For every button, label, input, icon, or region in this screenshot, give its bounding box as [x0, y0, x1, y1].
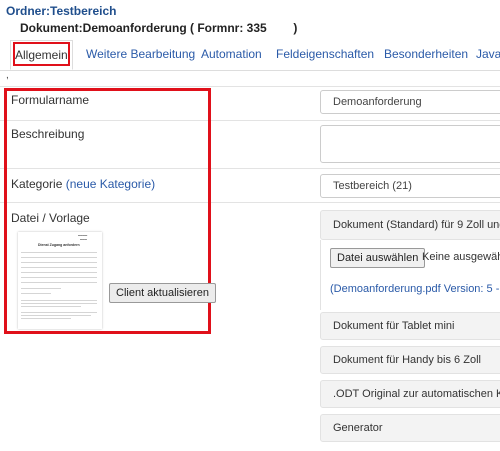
thumb-line: [21, 293, 51, 294]
client-update-button[interactable]: Client aktualisieren: [109, 283, 216, 303]
thumb-line: [21, 262, 97, 263]
tab-feldeigenschaften[interactable]: Feldeigenschaften: [276, 40, 374, 70]
thumb-line: [21, 288, 61, 289]
thumb-line: [21, 252, 97, 253]
pdf-version-link[interactable]: (Demoanforderung.pdf Version: 5 - 2: [330, 283, 500, 295]
tick-mark: ,: [6, 70, 9, 81]
thumb-line: [21, 318, 71, 319]
thumb-line: [21, 257, 97, 258]
thumb-line: [21, 277, 97, 278]
odt-original-panel[interactable]: .ODT Original zur automatischen Konverti…: [320, 380, 500, 408]
thumb-line: [21, 267, 97, 268]
thumbnail-title: Dienst Zugang anfordern: [38, 243, 80, 247]
standard-document-panel[interactable]: Dokument (Standard) für 9 Zoll und größe…: [320, 210, 500, 240]
thumb-line: [21, 312, 97, 313]
thumb-line: [21, 303, 97, 304]
choose-file-button[interactable]: Datei auswählen: [330, 248, 426, 268]
tab-automation[interactable]: Automation: [201, 40, 262, 70]
thumb-header: ▬▬▬▬: [78, 235, 88, 237]
highlight-box: [13, 42, 70, 66]
document-title: Dokument:Demoanforderung ( Formnr: 335 ): [20, 21, 298, 35]
tab-allgemein[interactable]: Allgemein: [10, 40, 73, 70]
generator-panel[interactable]: Generator: [320, 414, 500, 442]
handy-document-panel[interactable]: Dokument für Handy bis 6 Zoll: [320, 346, 500, 374]
formularname-input[interactable]: Demoanforderung: [320, 90, 500, 114]
thumb-header: ▬▬▬: [80, 239, 87, 241]
thumb-line: [21, 272, 97, 273]
tab-besonderheiten[interactable]: Besonderheiten: [384, 40, 468, 70]
document-thumbnail: ▬▬▬▬ ▬▬▬ Dienst Zugang anfordern: [18, 232, 102, 329]
tab-weitere-bearbeitung[interactable]: Weitere Bearbeitung: [86, 40, 195, 70]
thumb-line: [21, 300, 97, 301]
folder-title: Ordner:Testbereich: [6, 4, 117, 18]
thumb-line: [21, 315, 91, 316]
no-file-text: Keine ausgewählt: [422, 251, 500, 263]
tab-bar: Allgemein Weitere Bearbeitung Automation…: [0, 40, 500, 71]
kategorie-select[interactable]: Testbereich (21): [320, 174, 500, 198]
thumb-line: [21, 282, 97, 283]
row-divider: [0, 86, 500, 87]
tablet-document-panel[interactable]: Dokument für Tablet mini: [320, 312, 500, 340]
beschreibung-textarea[interactable]: [320, 125, 500, 163]
tab-java[interactable]: Java: [476, 40, 500, 70]
thumb-line: [21, 306, 81, 307]
